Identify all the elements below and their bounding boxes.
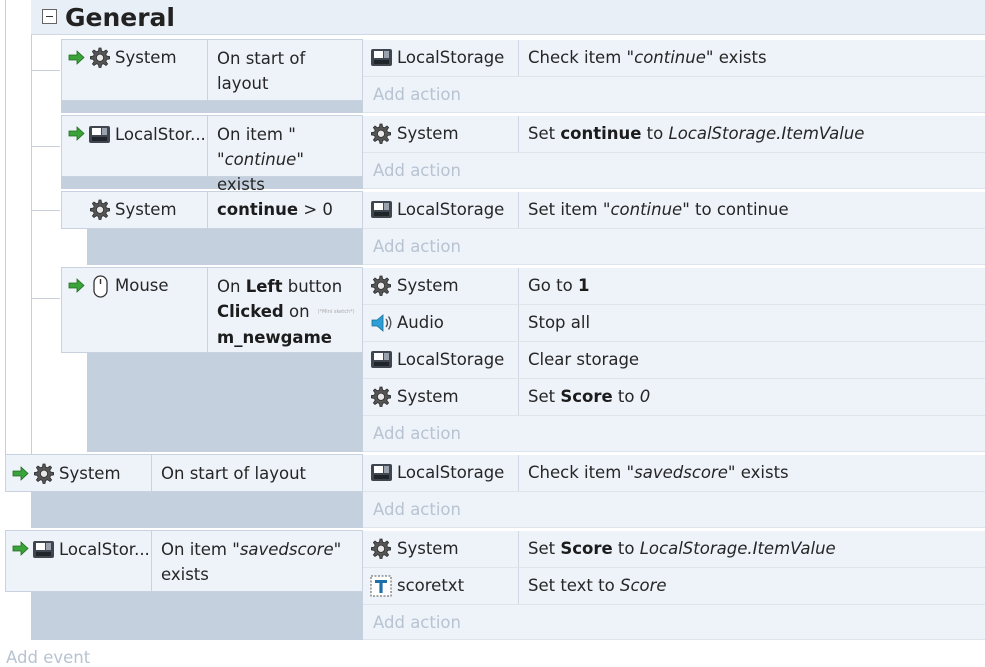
action-object: System — [397, 539, 459, 558]
add-action-button[interactable]: Add action — [363, 492, 985, 528]
trigger-arrow-icon — [68, 278, 85, 293]
gear-icon — [370, 538, 392, 559]
action-object: scoretxt — [397, 576, 465, 595]
action-row[interactable]: System Set Score to LocalStorage.ItemVal… — [363, 531, 985, 568]
action-row[interactable]: LocalStorage Clear storage — [363, 342, 985, 379]
condition-text: On start of layout — [217, 49, 306, 93]
condition-text: On item "savedscore" exists — [161, 540, 342, 584]
action-text: Set Score to LocalStorage.ItemValue — [528, 539, 836, 558]
action-object: LocalStorage — [397, 200, 505, 219]
action-row[interactable]: LocalStorage Check item "continue" exist… — [363, 40, 985, 77]
condition-object: LocalStor... — [115, 125, 206, 144]
storage-icon — [371, 351, 392, 368]
event-condition[interactable]: Mouse On Left button Clicked on (*Mini ske… — [61, 267, 363, 353]
action-text: Clear storage — [528, 350, 640, 369]
storage-icon — [371, 49, 392, 66]
action-row[interactable]: scoretxt Set text to Score — [363, 568, 985, 605]
trigger-arrow-icon — [12, 541, 29, 556]
add-action-button[interactable]: Add action — [363, 77, 985, 113]
gear-icon — [370, 275, 392, 296]
storage-icon — [89, 126, 110, 143]
speaker-icon — [371, 314, 392, 332]
action-row[interactable]: System Go to 1 — [363, 268, 985, 305]
gear-icon — [370, 123, 392, 144]
action-text: Go to 1 — [528, 276, 590, 295]
action-row[interactable]: LocalStorage Set item "continue" to cont… — [363, 192, 985, 229]
action-text: Set item "continue" to continue — [528, 200, 789, 219]
condition-text: On item " "continue" exists — [217, 125, 304, 194]
action-text: Stop all — [528, 313, 591, 332]
add-action-button[interactable]: Add action — [363, 153, 985, 189]
condition-object: System — [59, 464, 121, 483]
action-row[interactable]: System Set continue to LocalStorage.Item… — [363, 116, 985, 153]
action-text: Check item "savedscore" exists — [528, 463, 789, 482]
action-row[interactable]: System Set Score to 0 — [363, 379, 985, 416]
event-condition[interactable]: LocalStor... On item " "continue" exists — [61, 115, 363, 194]
condition-object: System — [115, 200, 177, 219]
condition-text: On start of layout — [161, 464, 306, 483]
gear-icon — [90, 47, 110, 68]
storage-icon — [33, 541, 54, 558]
gear-icon — [34, 463, 54, 484]
condition-object: Mouse — [115, 276, 169, 295]
add-action-button[interactable]: Add action — [363, 605, 985, 640]
trigger-arrow-icon — [68, 50, 85, 65]
event-condition[interactable]: System On start of layout — [5, 454, 363, 492]
storage-icon — [371, 464, 392, 481]
action-object: LocalStorage — [397, 463, 505, 482]
action-object: Audio — [397, 313, 444, 332]
object-thumbnail: (*Mini sketch*) — [317, 309, 355, 315]
text-icon — [370, 575, 392, 597]
trigger-arrow-icon — [68, 126, 85, 141]
gear-icon — [90, 199, 110, 220]
action-row[interactable]: Audio Stop all — [363, 305, 985, 342]
event-condition[interactable]: System continue > 0 — [61, 191, 363, 229]
action-text: Set continue to LocalStorage.ItemValue — [528, 124, 865, 143]
condition-text: On Left button Clicked on (*Mini sketch*) m… — [217, 277, 355, 347]
group-title: General — [65, 3, 175, 32]
add-action-button[interactable]: Add action — [363, 416, 985, 452]
event-condition[interactable]: System On start of layout — [61, 39, 363, 101]
condition-object: System — [115, 48, 177, 67]
action-object: System — [397, 276, 459, 295]
gear-icon — [370, 386, 392, 407]
condition-text: continue > 0 — [217, 200, 333, 219]
action-object: LocalStorage — [397, 48, 505, 67]
action-text: Set Score to 0 — [528, 387, 651, 406]
action-text: Check item "continue" exists — [528, 48, 767, 67]
action-object: System — [397, 387, 459, 406]
collapse-icon[interactable] — [42, 9, 57, 24]
condition-object: LocalStor... — [59, 540, 150, 559]
trigger-arrow-icon — [12, 466, 29, 481]
action-object: LocalStorage — [397, 350, 505, 369]
add-action-button[interactable]: Add action — [363, 229, 985, 265]
action-object: System — [397, 124, 459, 143]
event-condition[interactable]: LocalStor... On item "savedscore" exists — [5, 530, 363, 592]
mouse-icon — [93, 275, 108, 298]
storage-icon — [371, 201, 392, 218]
action-row[interactable]: LocalStorage Check item "savedscore" exi… — [363, 455, 985, 492]
action-text: Set text to Score — [528, 576, 667, 595]
add-event-button[interactable]: Add event — [6, 648, 90, 667]
